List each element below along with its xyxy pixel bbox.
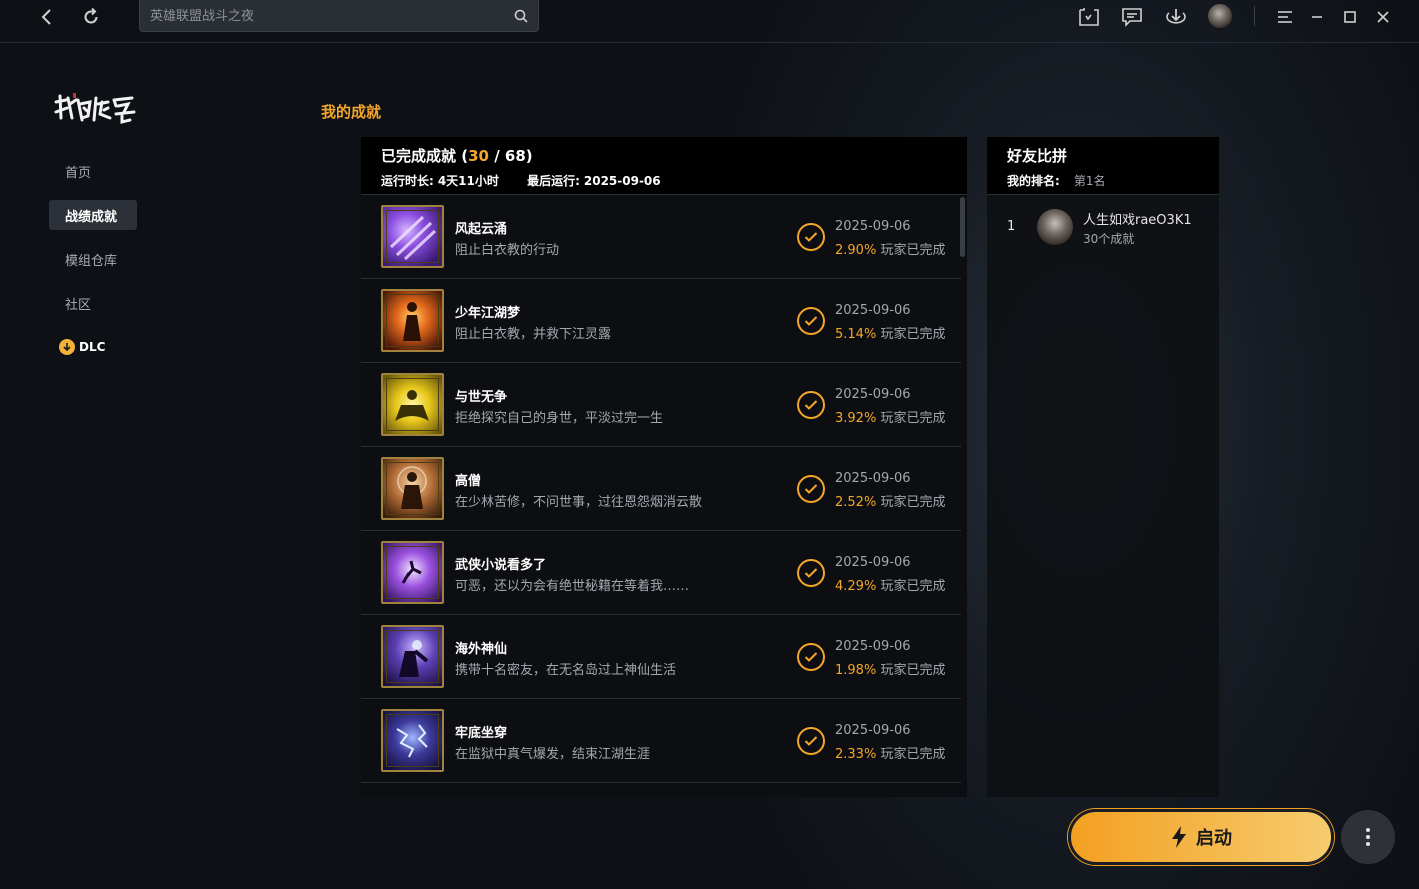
search-icon[interactable] <box>513 8 529 24</box>
achievement-item[interactable]: 海外神仙 携带十名密友，在无名岛过上神仙生活 2025-09-06 1.98% … <box>361 615 961 699</box>
total-count: 68 <box>504 147 526 165</box>
message-icon <box>1122 8 1142 27</box>
check-icon <box>797 391 825 419</box>
game-logo-icon <box>54 93 136 124</box>
minimize-button[interactable] <box>1304 5 1330 29</box>
search-box <box>139 0 539 32</box>
achievements-scrollbar[interactable] <box>960 197 965 257</box>
minimize-icon <box>1312 16 1322 18</box>
search-input[interactable] <box>150 6 510 26</box>
check-icon <box>797 559 825 587</box>
download-icon <box>1166 9 1186 24</box>
close-icon <box>1377 11 1389 23</box>
achievement-item[interactable]: 武侠小说看多了 可恶，还以为会有绝世秘籍在等着我…… 2025-09-06 4.… <box>361 531 961 615</box>
divider <box>1254 6 1255 26</box>
lightning-prison-icon <box>381 709 444 772</box>
launch-button[interactable]: 启动 <box>1068 809 1334 865</box>
achievement-item[interactable]: 高僧 在少林苦修，不问世事，过往恩怨烟消云散 2025-09-06 2.52% … <box>361 447 961 531</box>
runtime-value: 4天11小时 <box>437 174 499 188</box>
user-avatar[interactable] <box>1208 4 1232 28</box>
store-button[interactable] <box>1076 5 1102 29</box>
menu-icon <box>1278 11 1292 23</box>
check-icon <box>797 223 825 251</box>
achievement-item[interactable]: 少年江湖梦 阻止白衣教，并救下江灵露 2025-09-06 5.14% 玩家已完… <box>361 279 961 363</box>
last-run-value: 2025-09-06 <box>583 174 661 188</box>
chevron-left-icon <box>41 9 51 25</box>
more-vertical-icon <box>1366 828 1370 846</box>
friends-title: 好友比拼 <box>1007 147 1068 165</box>
nav-achievements[interactable]: 战绩成就 <box>49 200 137 230</box>
check-icon <box>797 475 825 503</box>
check-icon <box>797 727 825 755</box>
monk-icon <box>381 457 444 520</box>
nav-dlc[interactable]: DLC <box>49 332 137 362</box>
check-icon <box>797 307 825 335</box>
menu-button[interactable] <box>1272 5 1298 29</box>
lightning-icon <box>1172 826 1186 848</box>
achievements-list: 风起云涌 阻止白衣教的行动 2025-09-06 2.90% 玩家已完成 少年江… <box>361 195 961 783</box>
dlc-download-icon <box>59 339 75 355</box>
refresh-icon <box>84 8 98 24</box>
maximize-button[interactable] <box>1337 5 1363 29</box>
achievements-header: 已完成成就 (30 / 68) 运行时长: 4天11小时 最后运行: 2025-09… <box>361 137 967 195</box>
friends-panel: 好友比拼 我的排名: 第1名 1 人生如戏raeO3K1 30个成就 <box>987 137 1219 797</box>
close-button[interactable] <box>1370 5 1396 29</box>
falling-figure-icon <box>381 541 444 604</box>
more-options-button[interactable] <box>1341 810 1395 864</box>
meditating-figure-icon <box>381 373 444 436</box>
nav-community[interactable]: 社区 <box>49 288 137 318</box>
top-bar <box>0 0 1419 43</box>
my-rank-value: 第1名 <box>1073 174 1106 188</box>
fire-figure-icon <box>381 289 444 352</box>
back-button[interactable] <box>34 5 60 29</box>
achievements-panel: 已完成成就 (30 / 68) 运行时长: 4天11小时 最后运行: 2025-09… <box>361 137 967 797</box>
friend-row[interactable]: 1 人生如戏raeO3K1 30个成就 <box>987 207 1219 247</box>
achievement-item[interactable]: 与世无争 拒绝探究自己的身世，平淡过完一生 2025-09-06 3.92% 玩… <box>361 363 961 447</box>
friends-header: 好友比拼 我的排名: 第1名 <box>987 137 1219 195</box>
purple-slash-icon <box>381 205 444 268</box>
nav-mod-repository[interactable]: 模组仓库 <box>49 244 137 274</box>
refresh-button[interactable] <box>78 5 104 29</box>
achievement-item[interactable]: 牢底坐穿 在监狱中真气爆发，结束江湖生涯 2025-09-06 2.33% 玩家… <box>361 699 961 783</box>
check-icon <box>797 643 825 671</box>
maximize-icon <box>1344 11 1356 23</box>
downloads-button[interactable] <box>1163 5 1189 29</box>
achievements-stats: 运行时长: 4天11小时 最后运行: 2025-09-06 <box>381 174 661 188</box>
page-title: 我的成就 <box>321 103 382 121</box>
achievements-title: 已完成成就 (30 / 68) <box>381 147 533 165</box>
friend-avatar <box>1037 209 1073 245</box>
immortal-figure-icon <box>381 625 444 688</box>
game-logo <box>52 90 138 126</box>
messages-button[interactable] <box>1119 5 1145 29</box>
store-icon <box>1079 8 1099 26</box>
achievement-item[interactable]: 风起云涌 阻止白衣教的行动 2025-09-06 2.90% 玩家已完成 <box>361 195 961 279</box>
completed-count: 30 <box>468 147 489 165</box>
nav-home[interactable]: 首页 <box>49 156 137 186</box>
